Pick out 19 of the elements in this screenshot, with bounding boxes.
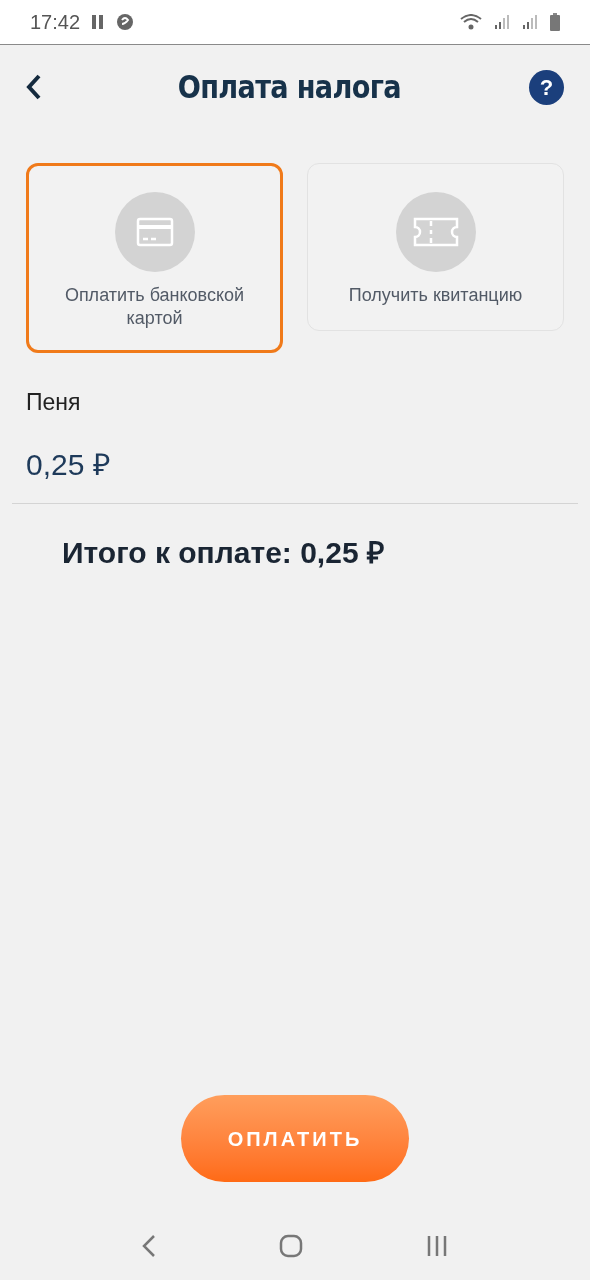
payment-option-card[interactable]: Оплатить банковской картой: [26, 163, 283, 353]
fee-amount: 0,25 ₽: [25, 446, 111, 483]
fee-label: Пеня: [25, 388, 82, 417]
status-time: 17:42: [30, 10, 81, 35]
ticket-icon: [412, 217, 459, 247]
battery-icon: [550, 13, 560, 31]
total-amount: Итого к оплате: 0,25 ₽: [61, 534, 385, 571]
app-logo-icon: [116, 13, 135, 31]
back-nav-icon[interactable]: [141, 1234, 156, 1258]
pause-icon: [92, 15, 105, 29]
signal-icon: [494, 14, 510, 30]
help-button[interactable]: ?: [529, 69, 564, 105]
home-nav-icon[interactable]: [279, 1234, 303, 1258]
recent-apps-icon[interactable]: [426, 1235, 449, 1257]
wifi-icon: [460, 14, 482, 30]
signal-icon: [522, 14, 538, 30]
credit-card-icon: [135, 217, 174, 247]
page-title: Оплата налога: [177, 67, 402, 108]
payment-option-card[interactable]: Получить квитанцию: [307, 163, 564, 331]
